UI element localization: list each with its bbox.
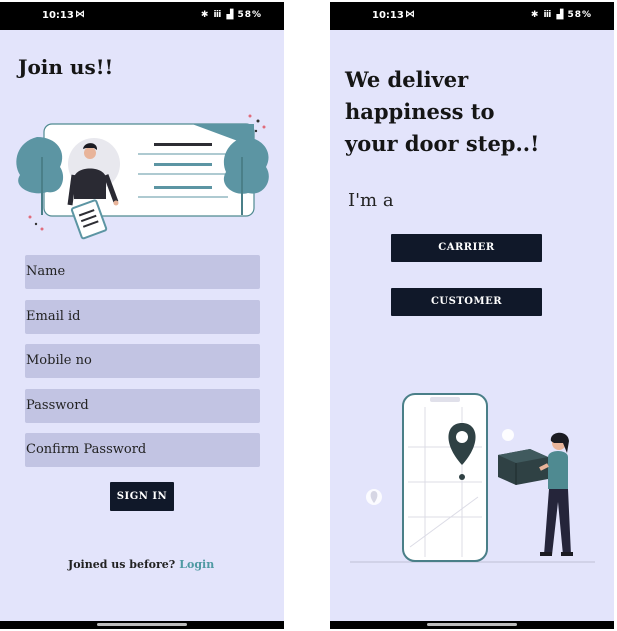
navigation-bar (0, 621, 284, 629)
delivery-illustration (350, 393, 595, 563)
status-bar: 10:13 ⋈ ✱ ⅲ ▟ 58% (0, 2, 284, 30)
home-handle[interactable] (97, 623, 187, 626)
login-prompt-text: Joined us before? (68, 558, 176, 571)
id-card-illustration (16, 114, 269, 240)
headline-line-3: your door step..! (345, 131, 540, 156)
name-field[interactable]: Name (25, 255, 260, 289)
status-bar: 10:13 ⋈ ✱ ⅲ ▟ 58% (330, 2, 614, 30)
customer-button[interactable]: CUSTOMER (391, 288, 542, 316)
home-handle[interactable] (427, 623, 517, 626)
email-field[interactable]: Email id (25, 300, 260, 334)
role-selection-screen: 10:13 ⋈ ✱ ⅲ ▟ 58% We deliver happiness to… (330, 2, 614, 629)
mail-icon: ⋈ (75, 9, 85, 20)
system-icons: ✱ ⅲ ▟ 58% (530, 10, 592, 20)
battery-level: 58% (237, 10, 262, 20)
status-time: 10:13 (372, 10, 404, 21)
password-field[interactable]: Password (25, 389, 260, 423)
navigation-bar (330, 621, 614, 629)
confirm-password-field[interactable]: Confirm Password (25, 433, 260, 467)
mobile-field[interactable]: Mobile no (25, 344, 260, 378)
headline: We deliver happiness to your door step..… (345, 64, 605, 160)
system-icons: ✱ ⅲ ▟ 58% (200, 10, 262, 20)
sign-in-button[interactable]: SIGN IN (110, 482, 174, 511)
headline-line-2: happiness to (345, 99, 495, 124)
signup-screen: 10:13 ⋈ ✱ ⅲ ▟ 58% Join us!! Name Email i… (0, 2, 284, 629)
mail-icon: ⋈ (405, 9, 415, 20)
login-link[interactable]: Login (179, 558, 214, 571)
battery-level: 58% (567, 10, 592, 20)
status-time: 10:13 (42, 10, 74, 21)
role-prompt: I'm a (348, 190, 394, 211)
carrier-button[interactable]: CARRIER (391, 234, 542, 262)
headline-line-1: We deliver (345, 67, 469, 92)
page-title: Join us!! (18, 55, 114, 79)
login-prompt: Joined us before? Login (68, 558, 214, 571)
